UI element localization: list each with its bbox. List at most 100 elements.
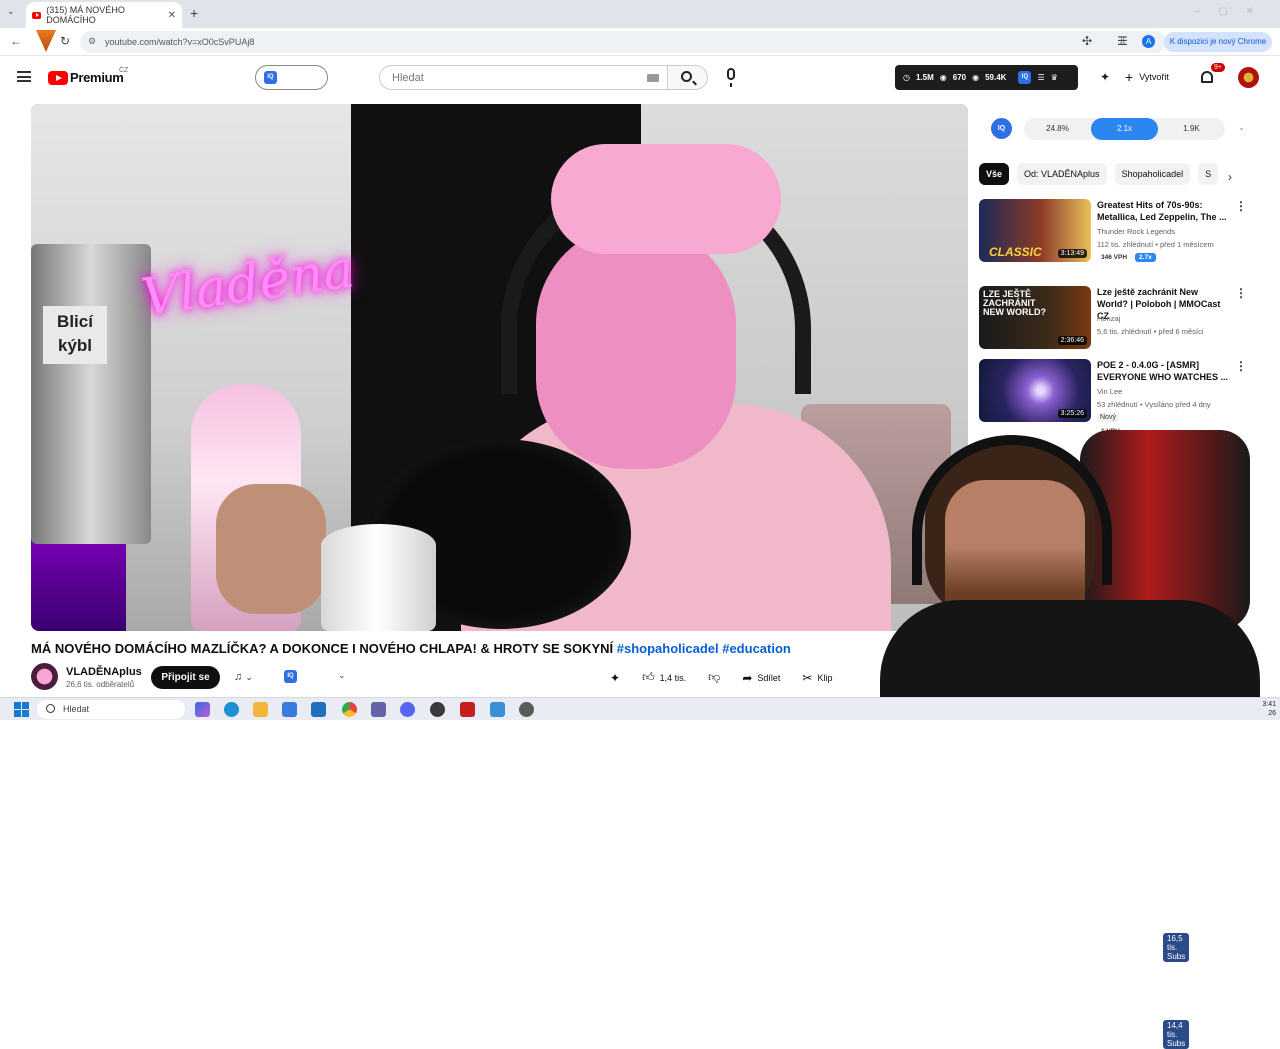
back-arrow-icon[interactable]: ← <box>10 34 22 48</box>
system-clock[interactable]: 3:41 26 <box>1262 700 1276 718</box>
media-icon[interactable]: ☰ <box>1117 34 1128 48</box>
share-icon: ➦ <box>742 670 753 685</box>
video-hashtags[interactable]: #shopaholicadel #education <box>617 641 791 656</box>
stat-likes: 59.4K <box>985 73 1007 82</box>
omnibox[interactable]: ⚙ youtube.com/watch?v=xO0cSvPUAj8 ⇩ ☆ <box>80 31 1166 53</box>
iq-extension-toggle[interactable]: IQ <box>255 65 328 90</box>
channel-name[interactable]: VLADĚNAplus <box>66 666 142 678</box>
subscription-bell-button[interactable]: ♫ ⌄ <box>226 666 270 689</box>
windows-taskbar: Hledat 3:41 26 <box>0 697 1280 720</box>
more-options-icon[interactable]: ⋮ <box>1235 286 1247 300</box>
metric-multiplier[interactable]: 2.1x <box>1091 118 1158 140</box>
copilot-icon[interactable] <box>195 702 210 717</box>
more-options-icon[interactable]: ⋮ <box>1235 199 1247 213</box>
recommendation-item[interactable]: LZE JEŠTĚ ZACHRÁNIT NEW WORLD? 2:36:46 L… <box>979 286 1249 1049</box>
thumbs-up-icon: 👍︎ <box>642 670 655 684</box>
voice-search-icon[interactable] <box>727 68 735 87</box>
browser-tab-active[interactable]: (315) MÁ NOVÉHO DOMÁCÍHO ✕ <box>26 2 182 28</box>
extension-puzzle-icon[interactable]: ✦ <box>1100 70 1110 84</box>
teams-icon[interactable] <box>371 702 386 717</box>
video-title: MÁ NOVÉHO DOMÁCÍHO MAZLÍČKA? A DOKONCE I… <box>31 641 791 656</box>
clip-label: Klip <box>817 672 833 683</box>
obs-icon[interactable] <box>519 702 534 717</box>
thumbnail-text: CLASSIC <box>989 245 1042 259</box>
chrome-icon[interactable] <box>342 702 357 717</box>
chip-all[interactable]: Vše <box>979 163 1010 185</box>
extensions-icon[interactable]: ✣ <box>1082 34 1092 48</box>
keyboard-icon[interactable] <box>647 74 659 82</box>
window-controls[interactable]: –▢✕ <box>1195 6 1272 17</box>
new-tab-button[interactable]: + <box>190 5 198 21</box>
menu-icon[interactable] <box>17 71 31 82</box>
share-label: Sdílet <box>757 672 781 683</box>
filter-chips: Vše Od: VLADĚNAplus Shopaholicadel S <box>979 163 1244 185</box>
like-button[interactable]: 👍︎ 1,4 tis. <box>642 670 686 685</box>
store-icon[interactable] <box>282 702 297 717</box>
video-player[interactable]: Blicí kýbl Vladěna <box>31 104 968 631</box>
recommendation-title[interactable]: Greatest Hits of 70s-90s: Metallica, Led… <box>1097 199 1229 223</box>
chip-from-channel[interactable]: Od: VLADĚNAplus <box>1017 163 1107 185</box>
search-input[interactable]: Hledat <box>379 65 668 90</box>
discord-icon[interactable] <box>400 702 415 717</box>
dislike-button[interactable]: 👎︎ <box>708 670 720 685</box>
recommendation-title[interactable]: POE 2 - 0.4.0G - [ASMR] EVERYONE WHO WAT… <box>1097 359 1229 383</box>
duration-badge: 3:13:49 <box>1057 249 1087 258</box>
notifications-bell-icon[interactable] <box>1201 71 1213 83</box>
subs-badge: 16,5 tis. Subs <box>1163 933 1190 962</box>
site-info-icon[interactable]: ⚙ <box>88 36 96 47</box>
recommendation-thumbnail[interactable]: 3:25:26 <box>979 359 1091 422</box>
trophy-icon[interactable]: ♛ <box>1051 73 1058 82</box>
duration-badge: 3:25:26 <box>1057 409 1087 418</box>
app-w-icon[interactable] <box>430 702 445 717</box>
chip-more[interactable]: S <box>1198 163 1219 185</box>
extension-action-icon[interactable]: ✦ <box>610 671 620 685</box>
menu-lines-icon[interactable]: ☰ <box>1037 73 1044 82</box>
share-button[interactable]: ➦ Sdílet <box>742 671 780 685</box>
join-button[interactable]: Připojit se <box>151 666 220 689</box>
app-blue-icon[interactable] <box>490 702 505 717</box>
recommendation-channel[interactable]: Vin Lee <box>1097 387 1122 396</box>
iq-metrics-bar: IQ 24.8% 2.1x 1.9K ⌄ <box>979 115 1249 143</box>
stats-panel[interactable]: ◷ 1.5M ◉ 670 ◉ 59.4K IQ ☰ ♛ <box>895 65 1078 90</box>
iq-channel-icon[interactable]: IQ <box>284 670 297 683</box>
video-frame-bow <box>551 144 781 254</box>
channel-avatar[interactable] <box>31 663 58 690</box>
search-button[interactable] <box>668 65 708 90</box>
metric-count[interactable]: 1.9K <box>1158 118 1225 140</box>
recommendation-thumbnail[interactable]: LZE JEŠTĚ ZACHRÁNIT NEW WORLD? 2:36:46 <box>979 286 1091 349</box>
video-frame-hand <box>216 484 326 614</box>
premium-logo-text[interactable]: Premium <box>70 70 124 85</box>
recommendation-item[interactable]: CLASSIC 3:13:49 Greatest Hits of 70s-90s… <box>979 199 1249 962</box>
tab-title: (315) MÁ NOVÉHO DOMÁCÍHO <box>46 5 125 25</box>
chevron-right-icon[interactable]: › <box>1228 170 1232 184</box>
notification-count-badge: 9+ <box>1211 63 1225 72</box>
chip-shopaholicadel[interactable]: Shopaholicadel <box>1114 163 1191 185</box>
recommendation-channel[interactable]: Honzaj <box>1097 314 1120 323</box>
recommendation-thumbnail[interactable]: CLASSIC 3:13:49 <box>979 199 1091 262</box>
iq-logo-icon[interactable]: IQ <box>991 118 1012 139</box>
chevron-down-icon[interactable]: ⌄ <box>1238 123 1245 132</box>
extension-fox-icon[interactable] <box>36 30 56 52</box>
update-chrome-button[interactable]: K dispozici je nový Chrome <box>1164 32 1272 52</box>
video-title-text: MÁ NOVÉHO DOMÁCÍHO MAZLÍČKA? A DOKONCE I… <box>31 641 617 656</box>
windows-start-icon[interactable] <box>14 702 29 717</box>
youtube-logo-icon[interactable] <box>48 71 68 85</box>
edge-icon[interactable] <box>224 702 239 717</box>
metric-percent[interactable]: 24.8% <box>1024 118 1091 140</box>
create-button[interactable]: + Vytvořit <box>1125 67 1169 87</box>
recommendation-channel[interactable]: Thunder Rock Legends <box>1097 227 1175 236</box>
tab-search-icon[interactable]: ⌄ <box>7 6 15 17</box>
recommendation-item[interactable]: 3:25:26 POE 2 - 0.4.0G - [ASMR] EVERYONE… <box>979 359 1249 436</box>
app-red-icon[interactable] <box>460 702 475 717</box>
profile-avatar[interactable]: A <box>1142 35 1155 48</box>
file-explorer-icon[interactable] <box>253 702 268 717</box>
reload-icon[interactable]: ↻ <box>60 34 70 48</box>
clock-date: 26 <box>1268 710 1276 717</box>
chevron-down-icon[interactable]: ⌄ <box>338 670 346 681</box>
taskbar-search[interactable]: Hledat <box>37 700 185 719</box>
outlook-icon[interactable] <box>311 702 326 717</box>
close-tab-icon[interactable]: ✕ <box>168 10 176 21</box>
user-avatar[interactable] <box>1238 67 1259 88</box>
clip-button[interactable]: ✂ Klip <box>802 671 832 685</box>
more-options-icon[interactable]: ⋮ <box>1235 359 1247 373</box>
